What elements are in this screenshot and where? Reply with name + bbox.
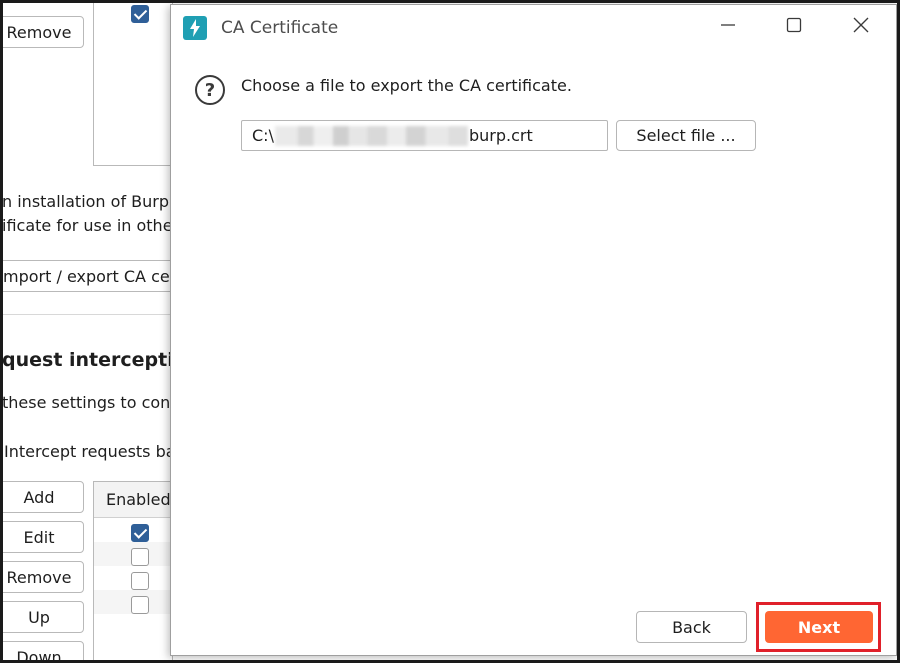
down-rule-button[interactable]: Down [0,641,84,663]
table-header-enabled[interactable]: Enabled [94,482,172,518]
dialog-titlebar[interactable]: CA Certificate [171,5,896,49]
remove-button-top[interactable]: Remove [0,16,84,48]
rule-enabled-checkbox[interactable] [131,572,149,590]
import-export-ca-label: mport / export CA cer [3,266,174,286]
rule-enabled-checkbox[interactable] [131,548,149,566]
next-label: Next [797,617,841,637]
redacted-path-segment [274,125,468,146]
select-file-button[interactable]: Select file ... [616,120,756,151]
listener-list-box[interactable] [93,0,173,166]
help-question-icon: ? [195,75,225,105]
up-rule-label: Up [28,607,50,627]
request-interception-description: these settings to con [2,393,171,412]
section-divider [0,314,172,315]
rule-enabled-checkbox[interactable] [131,524,149,542]
back-label: Back [672,617,711,637]
add-rule-button[interactable]: Add [0,481,84,513]
edit-rule-label: Edit [23,527,55,547]
export-prompt: Choose a file to export the CA certifica… [241,76,572,95]
remove-rule-label: Remove [6,567,72,587]
add-rule-label: Add [23,487,55,507]
remove-button-label: Remove [6,22,72,42]
close-icon [853,17,869,37]
listener-enabled-checkbox[interactable] [131,5,149,23]
ca-certificate-dialog: CA Certificate ? Choose a file to export… [170,4,897,656]
next-button[interactable]: Next [765,611,873,643]
ca-description-line2: ificate for use in othe [2,216,173,235]
ca-description-line1: n installation of Burp [2,192,170,211]
export-path-input[interactable]: C:\ burp.crt [241,120,608,151]
path-suffix: burp.crt [468,126,533,145]
maximize-button[interactable] [771,9,817,45]
table-header-enabled-label: Enabled [106,490,171,509]
close-button[interactable] [838,9,884,45]
back-button[interactable]: Back [636,611,747,643]
dialog-title: CA Certificate [221,18,339,38]
intercept-requests-label: Intercept requests ba [4,442,176,461]
up-rule-button[interactable]: Up [0,601,84,633]
minimize-icon [720,17,736,37]
rule-enabled-checkbox[interactable] [131,596,149,614]
path-prefix: C:\ [252,126,274,145]
minimize-button[interactable] [705,9,751,45]
remove-rule-button[interactable]: Remove [0,561,84,593]
maximize-icon [786,17,802,37]
down-rule-label: Down [16,647,62,663]
edit-rule-button[interactable]: Edit [0,521,84,553]
burp-lightning-icon [183,16,207,40]
select-file-label: Select file ... [636,126,736,145]
import-export-ca-button[interactable]: mport / export CA cer [0,260,174,292]
